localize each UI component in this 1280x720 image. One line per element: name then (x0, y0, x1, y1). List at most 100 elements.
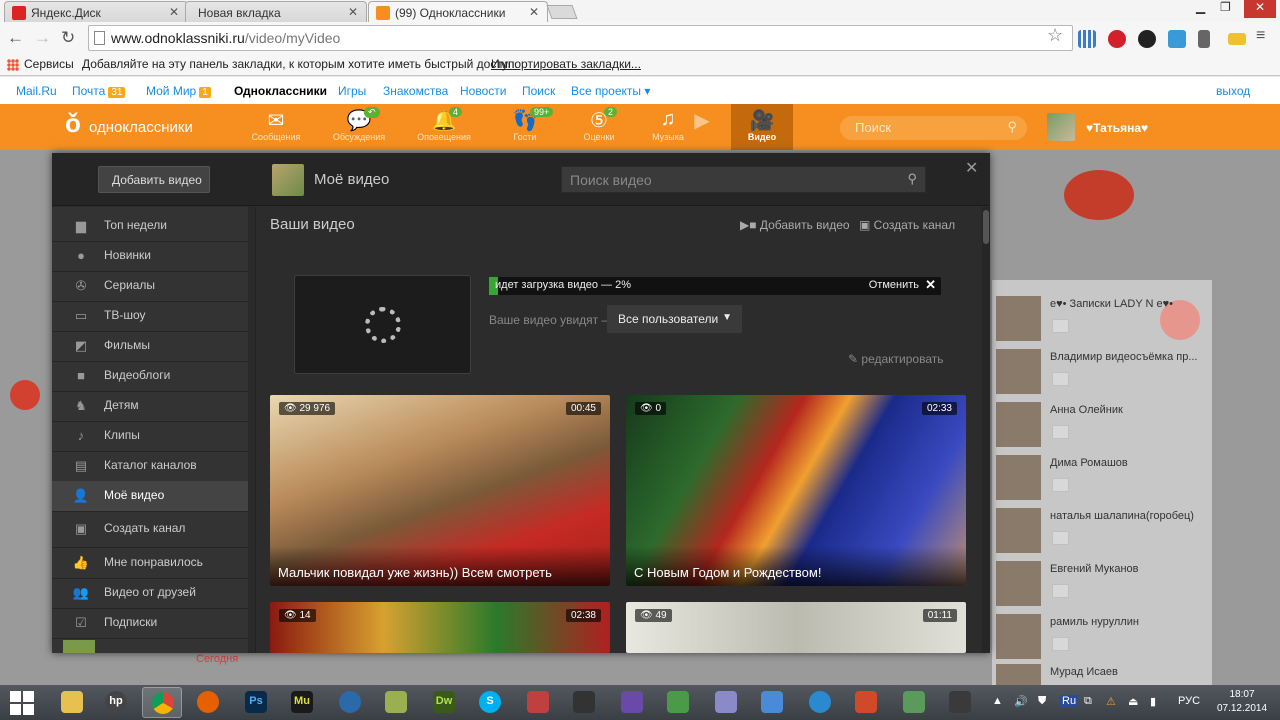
logout-link[interactable]: выход (1216, 84, 1250, 98)
app-taskbar-icon[interactable] (658, 687, 698, 718)
input-language[interactable]: РУС (1178, 695, 1200, 707)
sidebar-item-new[interactable]: ● Новинки (52, 241, 248, 271)
address-bar[interactable]: www.odnoklassniki.ru/video/myVideo (88, 25, 1073, 51)
windows-start-button[interactable] (10, 691, 34, 715)
reload-icon[interactable]: ↻ (61, 28, 75, 48)
close-tab-icon[interactable]: ✕ (169, 5, 179, 19)
skype-taskbar-icon[interactable]: S (470, 687, 510, 718)
sidebar-item-kids[interactable]: ♞ Детям (52, 391, 248, 421)
app-taskbar-icon[interactable] (706, 687, 746, 718)
friend-item[interactable]: рамиль нуруллин (996, 614, 1206, 664)
muse-taskbar-icon[interactable]: Mu (282, 687, 322, 718)
shield-icon[interactable]: ⛊ (1038, 695, 1046, 708)
user-avatar[interactable] (1047, 113, 1075, 141)
cancel-upload-button[interactable]: Отменить (869, 279, 919, 291)
sidebar-item-my-video[interactable]: 👤 Моё видео (52, 481, 248, 511)
video-card[interactable]: 👁 29 976 00:45 Мальчик повидал уже жизнь… (270, 395, 610, 586)
sidebar-item-videoblogs[interactable]: ■ Видеоблоги (52, 361, 248, 391)
edit-link[interactable]: ✎ редактировать (848, 352, 943, 366)
photoshop-taskbar-icon[interactable]: Ps (236, 687, 276, 718)
eyedropper-icon[interactable] (1198, 30, 1210, 48)
sidebar-item-series[interactable]: ✇ Сериалы (52, 271, 248, 301)
app-taskbar-icon[interactable] (894, 687, 934, 718)
extension-blue-icon[interactable] (1168, 30, 1186, 48)
nav-discussions[interactable]: 💬 ↶ Обсуждения (328, 104, 390, 150)
app-taskbar-icon[interactable] (752, 687, 792, 718)
nav-guests[interactable]: 👣 99+ Гости (494, 104, 556, 150)
message-icon[interactable] (1052, 372, 1069, 386)
import-bookmarks-link[interactable]: Импортировать закладки... (491, 57, 641, 71)
app-taskbar-icon[interactable] (940, 687, 980, 718)
tab-odnoklassniki[interactable]: (99) Одноклассники ✕ (368, 1, 548, 22)
dreamweaver-taskbar-icon[interactable]: Dw (424, 687, 464, 718)
user-name[interactable]: ♥Татьяна♥ (1086, 121, 1148, 135)
portal-link-dating[interactable]: Знакомства (383, 84, 448, 98)
nav-notifications[interactable]: 🔔 4 Оповещения (413, 104, 475, 150)
bookmark-star-icon[interactable]: ☆ (1047, 25, 1063, 46)
add-video-button[interactable]: Добавить видео (98, 166, 210, 193)
portal-link-mailru[interactable]: Mail.Ru (16, 84, 57, 98)
new-tab-button[interactable] (546, 5, 578, 19)
video-card[interactable]: 👁 14 02:38 (270, 602, 610, 653)
keyboard-layout-icon[interactable]: Ru (1060, 695, 1079, 707)
sidebar-item-friends-videos[interactable]: 👥 Видео от друзей (52, 578, 248, 608)
close-icon[interactable]: ✕ (925, 277, 936, 293)
sidebar-item-tv-shows[interactable]: ▭ ТВ-шоу (52, 301, 248, 331)
search-icon[interactable]: ⚲ (907, 171, 917, 187)
opera-extension-icon[interactable] (1108, 30, 1126, 48)
scrollbar-thumb[interactable] (983, 210, 989, 244)
tab-new-tab[interactable]: Новая вкладка ✕ (185, 1, 367, 22)
message-icon[interactable] (1052, 425, 1069, 439)
sidebar-item-subscriptions[interactable]: ☑ Подписки (52, 608, 248, 638)
message-icon[interactable] (1052, 637, 1069, 651)
close-window-icon[interactable]: ✕ (1244, 0, 1276, 18)
portal-link-news[interactable]: Новости (460, 84, 506, 98)
portal-link-my-world[interactable]: Мой Мир 1 (146, 84, 211, 98)
app-taskbar-icon[interactable] (800, 687, 840, 718)
video-search-input[interactable]: Поиск видео ⚲ (561, 166, 926, 193)
forward-icon[interactable]: → (34, 28, 51, 48)
tab-yandex-disk[interactable]: Яндекс.Диск ✕ (4, 1, 188, 22)
app-taskbar-icon[interactable] (564, 687, 604, 718)
ok-search-input[interactable]: Поиск ⚲ (840, 116, 1027, 140)
message-icon[interactable] (1052, 319, 1069, 333)
firefox-taskbar-icon[interactable] (188, 687, 228, 718)
app-taskbar-icon[interactable] (612, 687, 652, 718)
video-card[interactable]: 👁 49 01:11 (626, 602, 966, 653)
menu-icon[interactable]: ≡ (1256, 27, 1274, 45)
nav-messages[interactable]: ✉ Сообщения (245, 104, 307, 150)
message-icon[interactable] (1052, 531, 1069, 545)
message-icon[interactable] (1052, 478, 1069, 492)
extension-dark-icon[interactable] (1138, 30, 1156, 48)
extension-yellow-icon[interactable] (1228, 33, 1246, 45)
portal-link-games[interactable]: Игры (338, 84, 366, 98)
sidebar-item-clips[interactable]: ♪ Клипы (52, 421, 248, 451)
close-tab-icon[interactable]: ✕ (348, 5, 358, 19)
nav-video[interactable]: 🎥 Видео (731, 104, 793, 150)
app-taskbar-icon[interactable] (376, 687, 416, 718)
sidebar-item-top-week[interactable]: ▆ Топ недели (52, 211, 248, 241)
minimize-icon[interactable]: ▁ (1196, 0, 1205, 14)
hp-taskbar-icon[interactable]: hp (96, 687, 136, 718)
message-icon[interactable] (1052, 584, 1069, 598)
apps-grid-icon[interactable] (1078, 30, 1096, 48)
safely-remove-icon[interactable]: ⏏ (1128, 695, 1138, 708)
explorer-taskbar-icon[interactable] (52, 687, 92, 718)
portal-link-all-projects[interactable]: Все проекты ▾ (571, 84, 650, 98)
sidebar-item-channel-catalog[interactable]: ▤ Каталог каналов (52, 451, 248, 481)
add-video-link[interactable]: ▶■ Добавить видео (740, 218, 850, 232)
close-icon[interactable]: ✕ (965, 158, 978, 178)
maximize-icon[interactable]: ❐ (1220, 0, 1231, 14)
sidebar-item-liked[interactable]: 👍 Мне понравилось (52, 548, 248, 578)
video-card[interactable]: 👁 0 02:33 С Новым Годом и Рождеством! (626, 395, 966, 586)
sidebar-item-create-channel[interactable]: ▣ Создать канал (52, 514, 248, 544)
back-icon[interactable]: ← (7, 28, 24, 48)
create-channel-link[interactable]: ▣ Создать канал (859, 218, 955, 232)
nav-ratings[interactable]: ⑤ 2 Оценки (568, 104, 630, 150)
friend-item[interactable]: наталья шалапина(горобец) (996, 508, 1206, 558)
portal-link-mail[interactable]: Почта 31 (72, 84, 126, 98)
apps-label[interactable]: Сервисы (24, 57, 74, 71)
music-play-button[interactable]: ▶ (688, 104, 716, 150)
friend-item[interactable]: Евгений Муканов (996, 561, 1206, 611)
network-icon[interactable]: ⧉ (1084, 695, 1092, 708)
